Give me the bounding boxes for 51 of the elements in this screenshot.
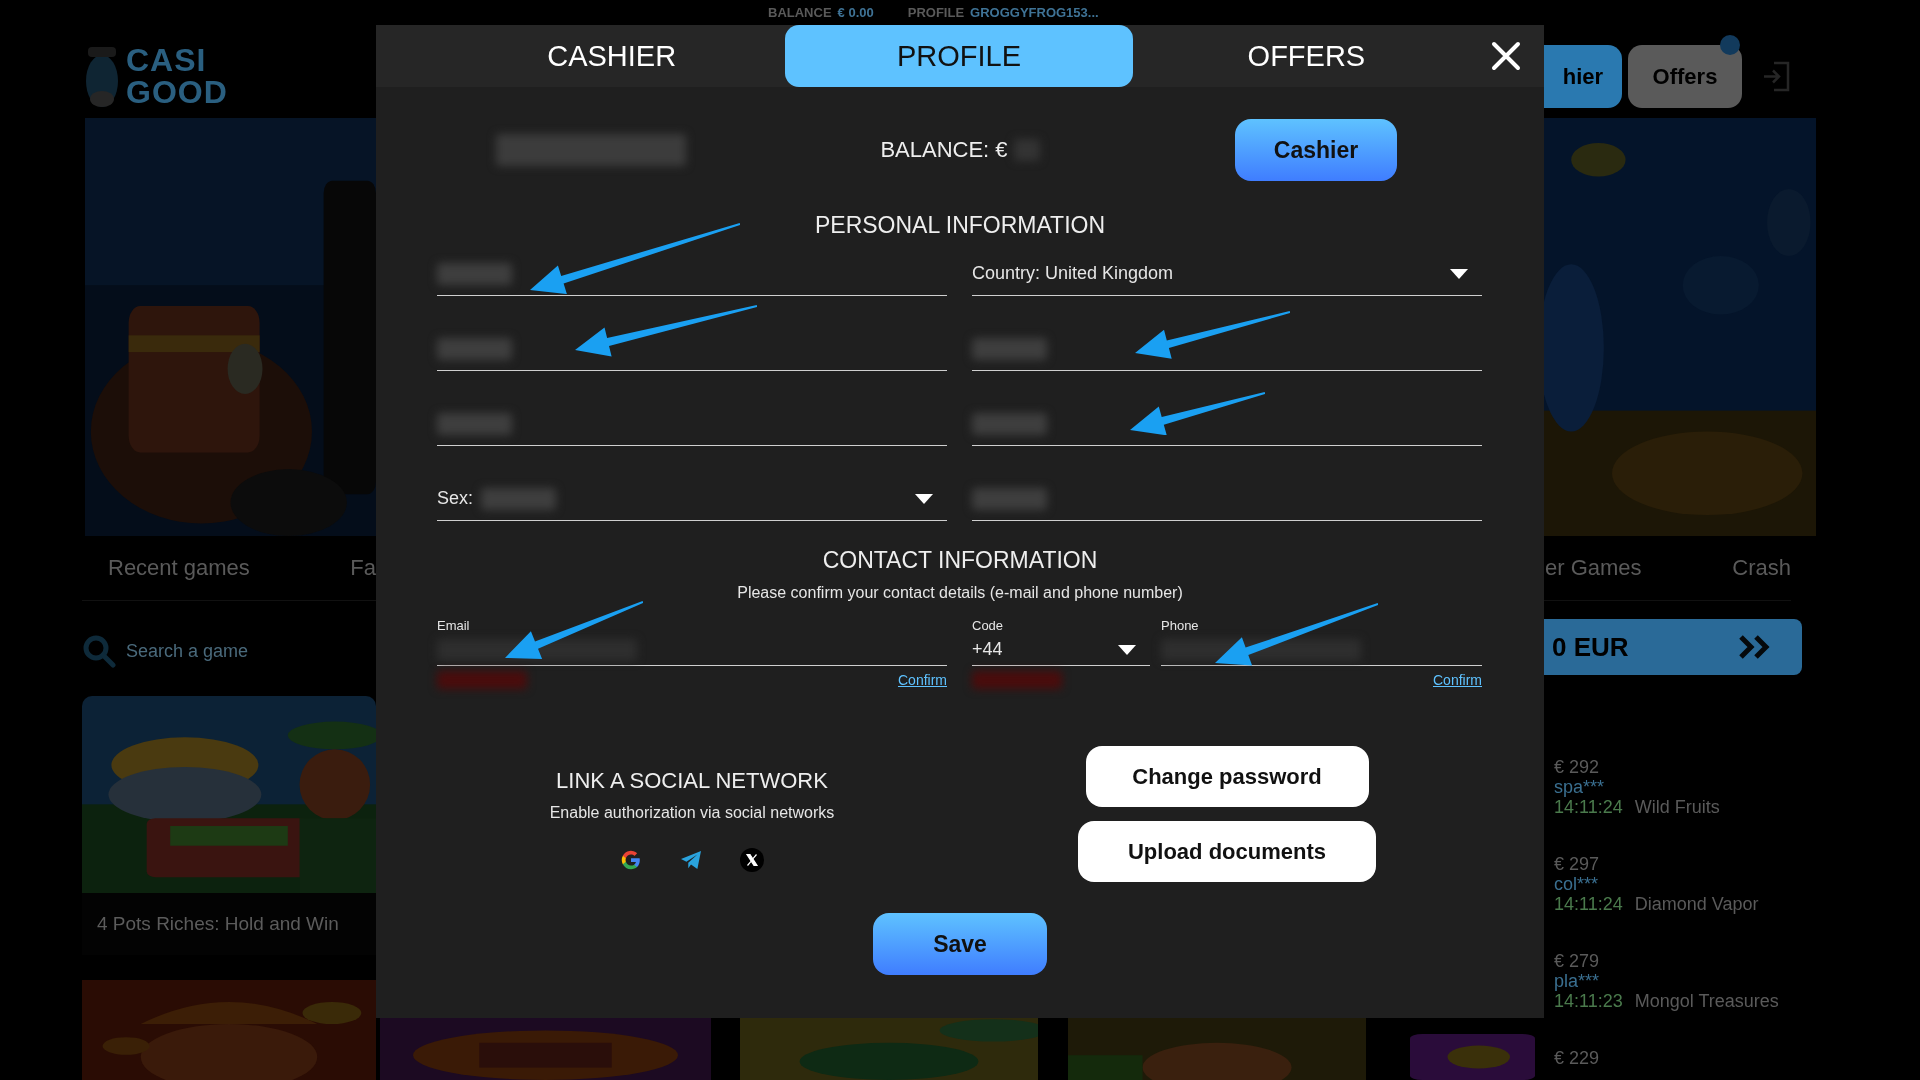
player-name: col*** [1554,874,1600,894]
balance-label: BALANCE: € [880,137,1008,163]
notification-dot [1720,35,1740,55]
tab[interactable]: CASHIER [438,25,786,87]
cashier-button[interactable]: hier [1544,45,1622,108]
confirm-link[interactable]: Confirm [1433,672,1482,688]
search-icon [82,634,116,668]
promo-banner[interactable]: 0 EUR [1544,619,1802,675]
social-note: Enable authorization via social networks [549,804,835,822]
google-icon[interactable] [620,849,642,871]
win-amount: € 229 [1554,1048,1601,1068]
player-name: pla*** [1554,971,1601,991]
section-title: CONTACT INFORMATION [821,547,1099,574]
win-time: 14:11:24 [1554,797,1623,817]
confirm-link[interactable]: Confirm [898,672,947,688]
contact-note: Please confirm your contact details (e-mail and phone number) [736,584,1184,602]
balance-value: € 0.00 [837,5,874,20]
field-label: Email [437,618,471,634]
tab[interactable]: PROFILE [785,25,1133,87]
player-name: spa*** [1554,777,1606,797]
field-label: Phone [1161,618,1200,634]
win-amount: € 292 [1554,757,1601,777]
caret-icon [1118,644,1136,655]
field-label: Code [972,618,1005,634]
section-title: PERSONAL INFORMATION [813,212,1107,239]
dropdown-field[interactable]: Country: United Kingdom [972,252,1482,296]
tab[interactable]: OFFERS [1132,25,1481,87]
win-amount: € 279 [1554,951,1601,971]
x-logo-icon[interactable] [740,848,764,872]
upload-documents-button[interactable]: Upload documents [1078,821,1376,882]
section-title: LINK A SOCIAL NETWORK [556,768,828,794]
save-button[interactable]: Save [873,913,1047,975]
caret-icon [1450,268,1468,279]
dropdown-field[interactable]: Sex: [437,477,947,521]
caret-icon [915,493,933,504]
change-password-button[interactable]: Change password [1085,746,1369,807]
dropdown-field[interactable]: +44 [972,634,1150,666]
game-name: Wild Fruits [1634,797,1720,817]
paper-plane-icon[interactable] [680,850,702,870]
win-time: 14:11:24 [1554,894,1623,914]
search-field[interactable]: Search a game [126,640,326,662]
profile-label: PROFILE [907,5,965,20]
close-icon [1491,41,1522,71]
win-amount: € 297 [1554,854,1601,874]
username: GROGGYFROG153... [970,5,1099,20]
double-chevron-icon [1738,634,1772,660]
win-time: 14:11:23 [1554,991,1623,1011]
game-name: Mongol Treasures [1634,991,1779,1011]
balance-label: BALANCE [768,5,832,20]
game-name: Diamond Vapor [1634,894,1759,914]
cashier-button[interactable]: Cashier [1235,119,1397,181]
